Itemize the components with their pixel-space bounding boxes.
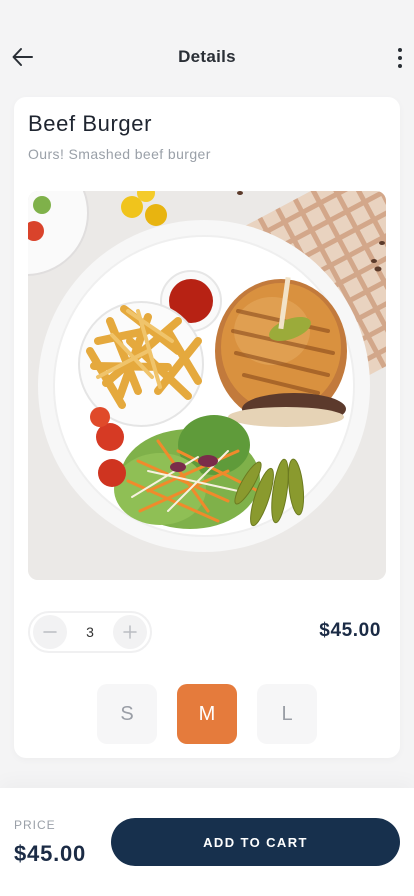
product-name: Beef Burger	[28, 111, 153, 136]
product-card: Beef Burger Ours! Smashed beef burger 3 …	[14, 97, 400, 758]
quantity-stepper: 3	[28, 611, 152, 653]
product-image	[28, 191, 386, 580]
more-options-button[interactable]	[392, 44, 408, 72]
total-price-value: $45.00	[14, 841, 87, 866]
product-description: Ours! Smashed beef burger	[28, 146, 211, 162]
checkout-bar: PRICE $45.00 ADD TO CART	[0, 788, 414, 896]
top-bar: Details	[0, 0, 414, 96]
size-option-l[interactable]: L	[257, 684, 317, 744]
size-option-s[interactable]: S	[97, 684, 157, 744]
page-title: Details	[178, 47, 236, 66]
plus-icon	[123, 625, 137, 639]
item-price: $45.00	[319, 620, 381, 641]
size-option-m[interactable]: M	[177, 684, 237, 744]
total-price-label: PRICE	[14, 818, 56, 832]
more-vertical-icon	[398, 48, 402, 52]
add-to-cart-button[interactable]: ADD TO CART	[111, 818, 400, 866]
increment-button[interactable]	[113, 615, 147, 649]
size-selector: S M L	[97, 684, 317, 744]
